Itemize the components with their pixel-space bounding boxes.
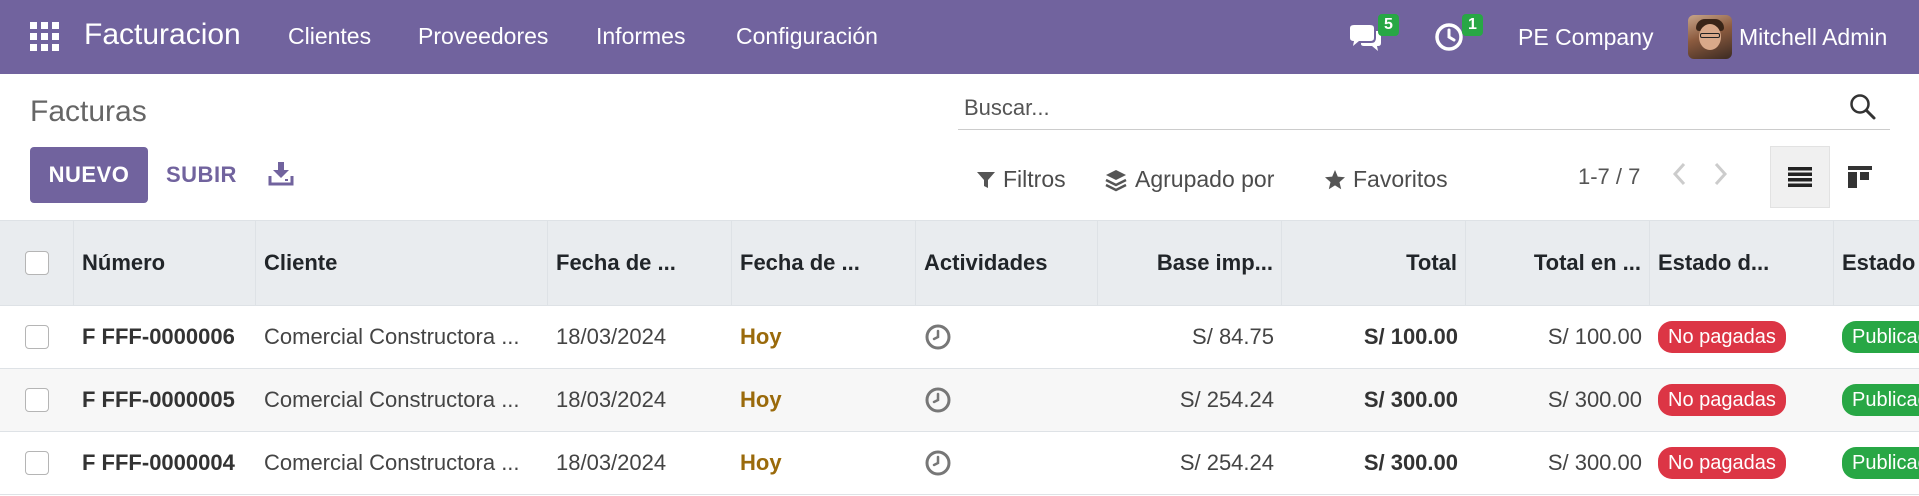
filters-button[interactable]: Filtros (976, 166, 1066, 193)
kanban-view-icon (1848, 166, 1872, 188)
cell-estado-pago: No pagadas (1650, 306, 1834, 368)
pager-previous-icon[interactable] (1670, 160, 1690, 193)
cell-cliente: Comercial Constructora ... (264, 387, 520, 412)
table-row[interactable]: F FFF-0000005 Comercial Constructora ...… (0, 369, 1919, 432)
cell-base-imponible: S/ 254.24 (1179, 450, 1274, 475)
cell-total-moneda: S/ 300.00 (1547, 387, 1642, 412)
filter-icon (977, 171, 995, 188)
group-by-button[interactable]: Agrupado por (1104, 166, 1274, 193)
column-fecha-vencimiento[interactable]: Fecha de ... (732, 221, 916, 305)
activity-clock-icon[interactable] (924, 323, 952, 351)
cell-estado-pago: No pagadas (1650, 432, 1834, 494)
apps-grid-icon[interactable] (30, 22, 60, 52)
company-switcher[interactable]: PE Company (1518, 24, 1654, 51)
kanban-view-button[interactable] (1830, 146, 1890, 208)
activities-count-badge: 1 (1462, 14, 1483, 36)
favorites-label: Favoritos (1353, 166, 1448, 192)
messages-count-badge: 5 (1378, 14, 1399, 36)
chat-icon[interactable] (1348, 24, 1382, 57)
cell-fecha-factura: 18/03/2024 (556, 324, 667, 349)
cell-actividades (916, 306, 1098, 368)
column-estado[interactable]: Estado (1834, 221, 1919, 305)
top-navbar: Facturacion Clientes Proveedores Informe… (0, 0, 1919, 74)
filters-label: Filtros (1003, 166, 1066, 192)
menu-configuracion[interactable]: Configuración (736, 23, 878, 50)
favorites-button[interactable]: Favoritos (1324, 166, 1448, 193)
column-fecha-factura[interactable]: Fecha de ... (548, 221, 732, 305)
breadcrumb-title: Facturas (30, 95, 147, 128)
cell-total: S/ 100.00 (1363, 324, 1458, 349)
search-input[interactable] (964, 92, 1824, 124)
payment-status-badge: No pagadas (1658, 321, 1786, 353)
cell-fecha-vencimiento: Hoy (740, 450, 782, 475)
cell-cliente: Comercial Constructora ... (264, 324, 520, 349)
cell-numero: F FFF-0000006 (82, 324, 235, 349)
cell-base-imponible: S/ 84.75 (1192, 324, 1274, 349)
cell-estado: Publicado (1834, 306, 1919, 368)
table-row[interactable]: F FFF-0000006 Comercial Constructora ...… (0, 306, 1919, 369)
cell-total-moneda: S/ 100.00 (1547, 324, 1642, 349)
cell-total-moneda: S/ 300.00 (1547, 450, 1642, 475)
select-all-checkbox[interactable] (24, 251, 49, 275)
payment-status-badge: No pagadas (1658, 447, 1786, 479)
row-checkbox[interactable] (25, 388, 49, 412)
app-name[interactable]: Facturacion (84, 18, 241, 52)
column-actividades[interactable]: Actividades (916, 221, 1098, 305)
layers-icon (1105, 169, 1127, 191)
state-badge: Publicado (1842, 384, 1919, 416)
cell-numero: F FFF-0000004 (82, 450, 235, 475)
cell-actividades (916, 432, 1098, 494)
activity-clock-icon[interactable] (924, 386, 952, 414)
group-by-label: Agrupado por (1135, 166, 1275, 192)
select-all-cell (0, 221, 74, 305)
activity-clock-icon[interactable] (924, 449, 952, 477)
column-estado-pago[interactable]: Estado d... (1650, 221, 1834, 305)
cell-fecha-vencimiento: Hoy (740, 324, 782, 349)
cell-fecha-factura: 18/03/2024 (556, 450, 667, 475)
cell-numero: F FFF-0000005 (82, 387, 235, 412)
search-bar (958, 88, 1890, 130)
pager-value[interactable]: 1-7 / 7 (1578, 164, 1640, 190)
cell-estado-pago: No pagadas (1650, 369, 1834, 431)
column-base-imponible[interactable]: Base imp... (1098, 221, 1282, 305)
state-badge: Publicado (1842, 321, 1919, 353)
cell-estado: Publicado (1834, 369, 1919, 431)
upload-button[interactable]: SUBIR (166, 162, 237, 188)
search-icon[interactable] (1848, 92, 1878, 127)
row-select-cell (0, 306, 74, 368)
column-cliente[interactable]: Cliente (256, 221, 548, 305)
cell-fecha-factura: 18/03/2024 (556, 387, 667, 412)
cell-cliente: Comercial Constructora ... (264, 450, 520, 475)
user-avatar[interactable] (1688, 15, 1732, 59)
payment-status-badge: No pagadas (1658, 384, 1786, 416)
list-view-icon (1788, 167, 1812, 187)
cell-base-imponible: S/ 254.24 (1179, 387, 1274, 412)
cell-fecha-vencimiento: Hoy (740, 387, 782, 412)
row-checkbox[interactable] (25, 451, 49, 475)
cell-total: S/ 300.00 (1363, 387, 1458, 412)
menu-clientes[interactable]: Clientes (288, 23, 371, 50)
list-view-button[interactable] (1770, 146, 1830, 208)
download-icon[interactable] (268, 160, 294, 191)
state-badge: Publicado (1842, 447, 1919, 479)
column-numero[interactable]: Número (74, 221, 256, 305)
row-select-cell (0, 432, 74, 494)
star-icon (1325, 169, 1345, 189)
table-row[interactable]: F FFF-0000004 Comercial Constructora ...… (0, 432, 1919, 495)
column-total-moneda[interactable]: Total en ... (1466, 221, 1650, 305)
row-select-cell (0, 369, 74, 431)
activity-clock-icon[interactable] (1434, 22, 1464, 57)
column-total[interactable]: Total (1282, 221, 1466, 305)
cell-actividades (916, 369, 1098, 431)
row-checkbox[interactable] (25, 325, 49, 349)
new-button[interactable]: NUEVO (30, 147, 148, 203)
table-header: Número Cliente Fecha de ... Fecha de ...… (0, 220, 1919, 306)
menu-proveedores[interactable]: Proveedores (418, 23, 548, 50)
menu-informes[interactable]: Informes (596, 23, 685, 50)
user-menu[interactable]: Mitchell Admin (1739, 24, 1887, 51)
cell-estado: Publicado (1834, 432, 1919, 494)
cell-total: S/ 300.00 (1363, 450, 1458, 475)
pager-next-icon[interactable] (1710, 160, 1730, 193)
